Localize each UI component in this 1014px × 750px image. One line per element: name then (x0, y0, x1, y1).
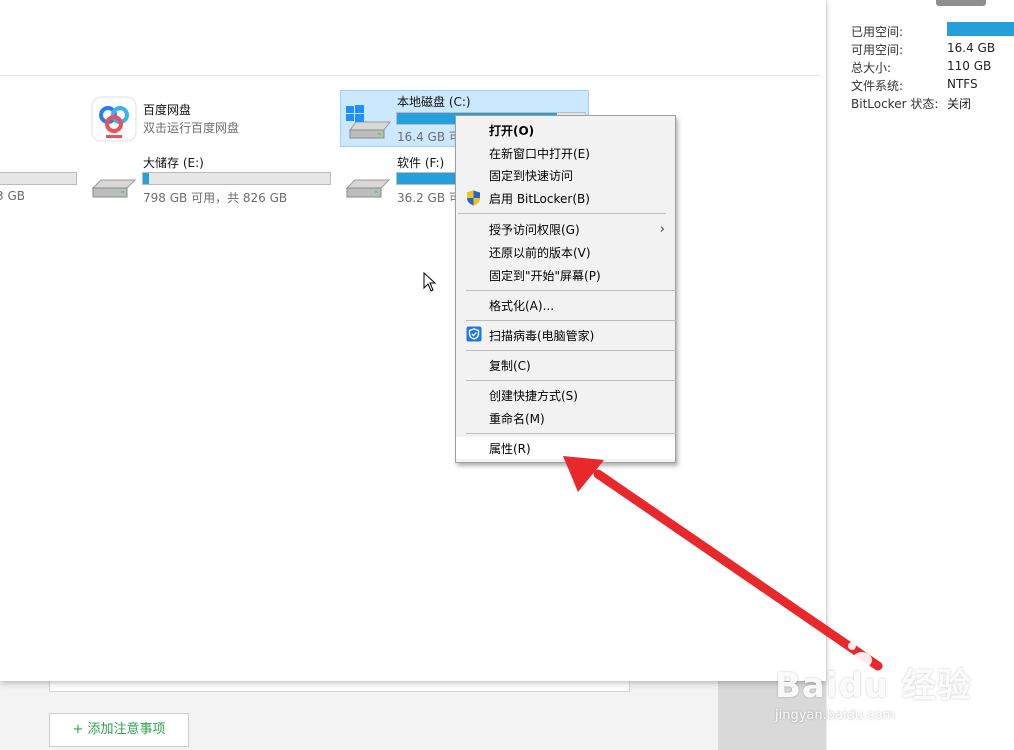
baidu-jingyan-watermark: Baidu 经验 jingyan.baidu.com (775, 636, 971, 731)
watermark-title: Baidu 经验 (775, 666, 972, 706)
watermark-url: jingyan.baidu.com (775, 708, 895, 723)
